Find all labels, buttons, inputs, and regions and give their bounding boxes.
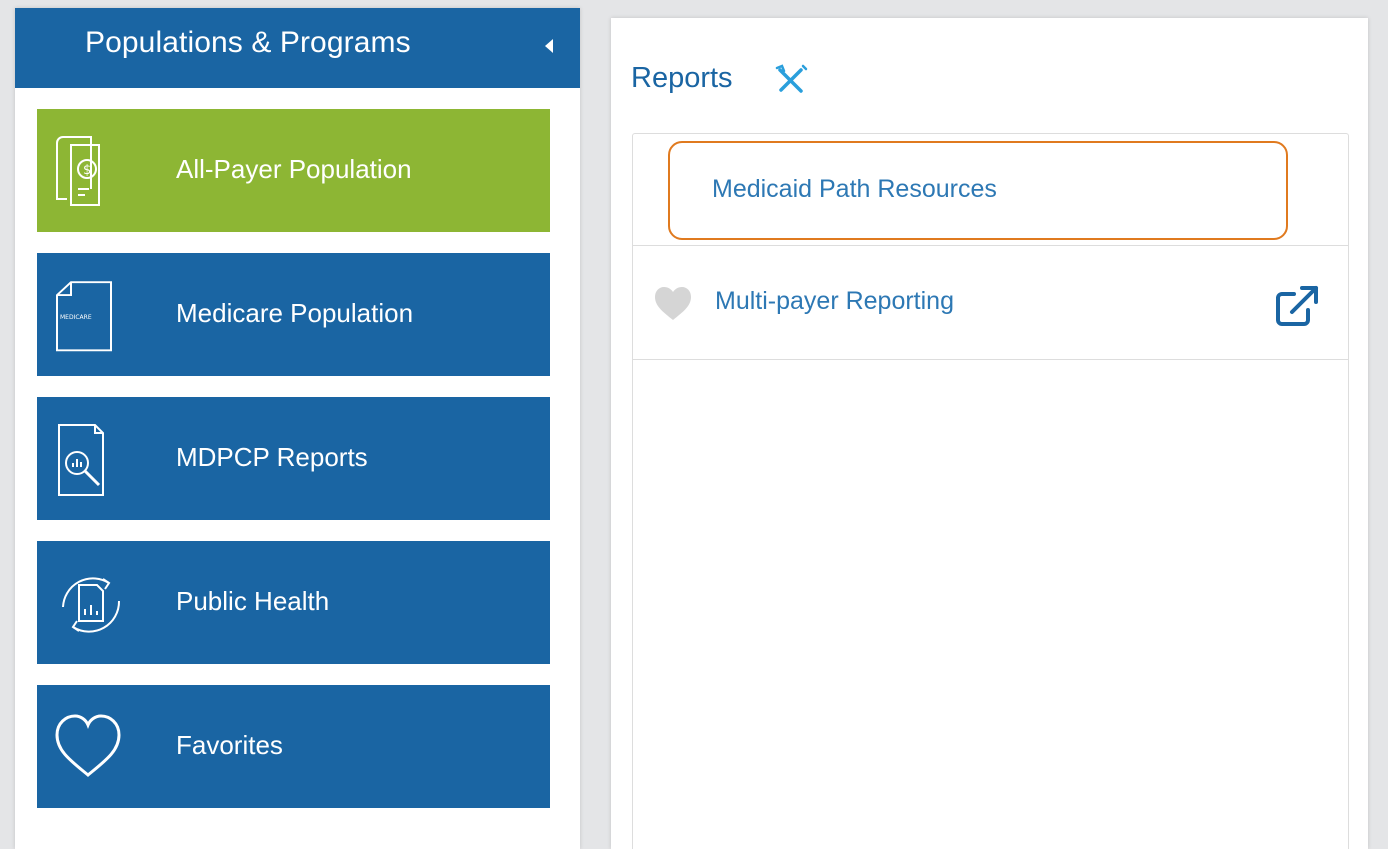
- list-item: Medicaid Path Resources: [633, 134, 1348, 246]
- tools-icon[interactable]: [773, 62, 809, 98]
- heart-icon: [51, 705, 125, 785]
- refresh-report-icon: [51, 561, 125, 641]
- report-link-medicaid-path-resources[interactable]: Medicaid Path Resources: [712, 175, 997, 204]
- sidebar-item-all-payer-population[interactable]: $ All-Payer Population: [37, 109, 550, 232]
- svg-text:$: $: [83, 163, 91, 178]
- sidebar-item-label: MDPCP Reports: [176, 442, 368, 472]
- sidebar-header: Populations & Programs: [15, 8, 580, 88]
- heart-icon[interactable]: [653, 286, 693, 322]
- medicare-card-icon: MEDICARE: [51, 273, 125, 353]
- report-list: Medicaid Path Resources Multi-payer Repo…: [632, 133, 1349, 849]
- payer-document-icon: $: [51, 129, 125, 209]
- sidebar-item-label: Medicare Population: [176, 298, 414, 328]
- collapse-sidebar-button[interactable]: [537, 34, 561, 58]
- sidebar-title: Populations & Programs: [85, 26, 411, 59]
- sidebar: Populations & Programs $ All-Payer Popul…: [15, 8, 580, 849]
- sidebar-item-label: Favorites: [176, 730, 283, 760]
- sidebar-item-label: Public Health: [176, 586, 330, 616]
- svg-text:MEDICARE: MEDICARE: [60, 314, 92, 321]
- external-link-icon[interactable]: [1272, 284, 1324, 328]
- sidebar-item-favorites[interactable]: Favorites: [37, 685, 550, 808]
- page-title: Reports: [631, 62, 733, 94]
- report-magnifier-icon: [51, 417, 125, 497]
- list-item: Multi-payer Reporting: [633, 246, 1348, 360]
- sidebar-item-medicare-population[interactable]: MEDICARE Medicare Population: [37, 253, 550, 376]
- caret-left-icon: [545, 39, 553, 53]
- sidebar-item-label: All-Payer Population: [176, 154, 412, 184]
- sidebar-item-public-health[interactable]: Public Health: [37, 541, 550, 664]
- reports-panel: Reports Medicaid Path Resources Multi-pa…: [611, 18, 1368, 849]
- report-link-multi-payer-reporting[interactable]: Multi-payer Reporting: [715, 287, 954, 316]
- sidebar-item-mdpcp-reports[interactable]: MDPCP Reports: [37, 397, 550, 520]
- app-stage: Populations & Programs $ All-Payer Popul…: [0, 0, 1388, 849]
